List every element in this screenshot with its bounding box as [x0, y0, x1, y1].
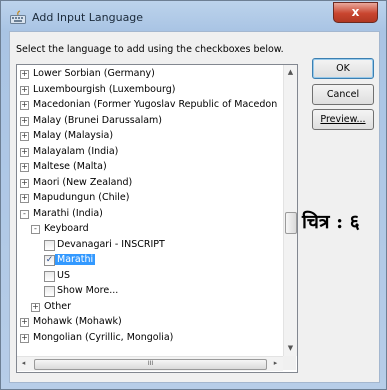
checked-checkbox[interactable]: ✓ — [44, 255, 55, 266]
tree-item-other[interactable]: + Other — [17, 300, 283, 316]
horizontal-scroll-thumb[interactable]: III — [34, 359, 267, 370]
scroll-left-button[interactable]: ◂ — [17, 356, 30, 371]
tree-item-maltese[interactable]: + Maltese (Malta) — [17, 160, 283, 176]
dialog-window: Add Input Language x Select the language… — [0, 0, 387, 390]
tree-item-marathi[interactable]: - Marathi (India) — [17, 207, 283, 223]
keyboard-icon — [10, 10, 26, 24]
expand-icon[interactable]: + — [20, 318, 29, 327]
expand-icon[interactable]: + — [20, 132, 29, 141]
tree-item-label: Mapudungun (Chile) — [33, 192, 130, 203]
tree-item-label: Luxembourgish (Luxembourg) — [33, 83, 176, 95]
expand-icon[interactable]: + — [20, 70, 29, 79]
tree-item-label: Other — [44, 300, 71, 312]
tree-item-malayalam[interactable]: + Malayalam (India) — [17, 145, 283, 161]
expand-icon[interactable]: + — [20, 333, 29, 343]
checkbox[interactable] — [44, 239, 55, 251]
tree-item-marathi-keyboard[interactable]: ✓ Marathi — [17, 253, 283, 269]
tree-item-maori[interactable]: + Maori (New Zealand) — [17, 176, 283, 192]
tree-item-label: Marathi (India) — [33, 207, 103, 219]
language-tree[interactable]: + Lower Sorbian (Germany) + Luxembourgish (… — [16, 64, 298, 373]
expand-icon[interactable]: + — [20, 101, 29, 110]
collapse-icon[interactable]: - — [20, 209, 29, 219]
scroll-right-button[interactable]: ▸ — [269, 356, 282, 371]
horizontal-scrollbar[interactable]: ◂ III ▸ — [17, 356, 283, 371]
tree-item-luxembourgish[interactable]: + Luxembourgish (Luxembourg) — [17, 83, 283, 99]
scroll-down-button[interactable]: ▼ — [284, 341, 297, 356]
scroll-thumb[interactable] — [285, 212, 297, 234]
checkbox[interactable] — [44, 286, 55, 297]
expand-icon[interactable]: + — [20, 116, 29, 126]
tree-item-macedonian[interactable]: + Macedonian (Former Yugoslav Republic of… — [17, 98, 283, 114]
collapse-icon[interactable]: - — [31, 225, 40, 234]
ok-button[interactable]: OK — [312, 58, 374, 79]
tree-item-label: Maltese (Malta) — [33, 161, 107, 172]
tree-item-label: Lower Sorbian (Germany) — [33, 68, 155, 79]
checkbox[interactable] — [44, 270, 55, 282]
expand-icon[interactable]: + — [20, 147, 29, 157]
tree-item-label: Maori (New Zealand) — [33, 176, 133, 188]
tree-item-mohawk[interactable]: + Mohawk (Mohawk) — [17, 315, 283, 331]
tree-item-label: Devanagari - INSCRIPT — [57, 238, 165, 250]
scroll-up-button[interactable]: ▲ — [284, 65, 297, 80]
title-bar[interactable]: Add Input Language x — [1, 1, 386, 31]
expand-icon[interactable]: + — [20, 85, 29, 95]
tree-item-us[interactable]: US — [17, 269, 283, 285]
tree-item-devanagari-inscript[interactable]: Devanagari - INSCRIPT — [17, 238, 283, 254]
tree-item-keyboard[interactable]: - Keyboard — [17, 222, 283, 238]
tree-item-mapudungun[interactable]: + Mapudungun (Chile) — [17, 191, 283, 207]
tree-item-lower-sorbian[interactable]: + Lower Sorbian (Germany) — [17, 67, 283, 83]
tree-item-label: Malayalam (India) — [33, 145, 119, 157]
instruction-text: Select the language to add using the che… — [16, 44, 284, 55]
figure-caption: चित्र : ६ — [302, 211, 360, 233]
scroll-corner — [283, 356, 296, 370]
expand-icon[interactable]: + — [20, 163, 29, 172]
cancel-button[interactable]: Cancel — [312, 84, 374, 105]
tree-item-label: US — [57, 269, 70, 281]
expand-icon[interactable]: + — [31, 302, 40, 312]
expand-icon[interactable]: + — [20, 178, 29, 188]
tree-item-malay-malaysia[interactable]: + Malay (Malaysia) — [17, 129, 283, 145]
tree-item-label: Macedonian (Former Yugoslav Republic of … — [33, 99, 278, 110]
tree-item-label: Show More... — [57, 285, 119, 296]
tree-item-label: Malay (Malaysia) — [33, 130, 114, 141]
tree-item-label: Marathi — [55, 254, 96, 265]
dialog-client: Select the language to add using the che… — [9, 31, 380, 383]
preview-button[interactable]: Preview... — [312, 109, 374, 130]
close-button[interactable]: x — [333, 2, 378, 23]
tree-item-mongolian[interactable]: + Mongolian (Cyrillic, Mongolia) — [17, 331, 283, 347]
tree-item-label: Mongolian (Cyrillic, Mongolia) — [33, 331, 174, 343]
tree-item-label: Malay (Brunei Darussalam) — [33, 114, 163, 126]
tree-item-label: Keyboard — [44, 223, 89, 234]
tree-item-label: Mohawk (Mohawk) — [33, 316, 122, 327]
tree-rows: + Lower Sorbian (Germany) + Luxembourgish (… — [17, 67, 283, 346]
vertical-scrollbar[interactable]: ▲ ▼ — [283, 65, 297, 356]
expand-icon[interactable]: + — [20, 194, 29, 203]
tree-item-malay-brunei[interactable]: + Malay (Brunei Darussalam) — [17, 114, 283, 130]
window-title: Add Input Language — [32, 11, 144, 24]
tree-item-show-more[interactable]: Show More... — [17, 284, 283, 300]
